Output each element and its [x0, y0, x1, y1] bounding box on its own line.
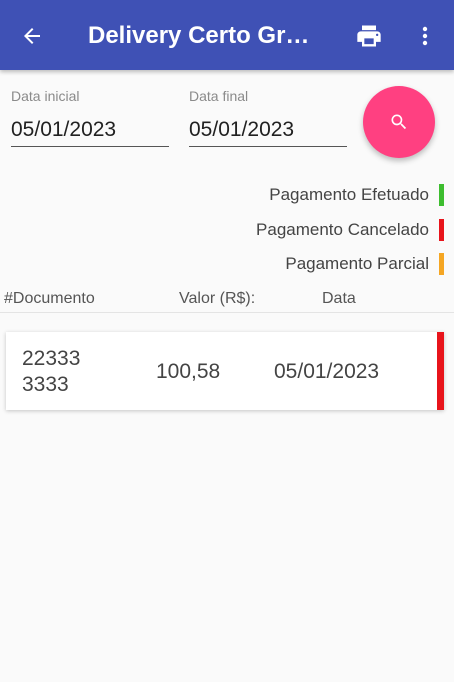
end-date-input[interactable]: 05/01/2023 [189, 108, 347, 147]
legend-label: Pagamento Cancelado [256, 220, 429, 239]
document-number-line1: 22333 [22, 347, 81, 370]
legend-color-bar [439, 219, 444, 241]
row-document: 22333 3333 [22, 346, 80, 398]
status-indicator [437, 332, 444, 410]
header-document: #Documento [4, 290, 95, 307]
legend-label: Pagamento Parcial [285, 254, 429, 273]
row-date: 05/01/2023 [274, 360, 380, 383]
legend-color-bar [439, 253, 444, 275]
legend-item-paid: Pagamento Efetuado [269, 182, 444, 208]
legend-color-bar [439, 184, 444, 206]
arrow-back-icon [24, 28, 40, 44]
start-date-field[interactable]: Data inicial 05/01/2023 [11, 88, 169, 147]
table-header: #Documento Valor (R$): Data [0, 288, 454, 313]
overflow-menu-button[interactable] [410, 18, 440, 54]
end-date-field[interactable]: Data final 05/01/2023 [189, 88, 347, 147]
start-date-label: Data inicial [11, 88, 80, 104]
header-date: Data [322, 290, 356, 307]
legend-item-partial: Pagamento Parcial [285, 251, 444, 277]
search-icon [391, 114, 407, 130]
back-button[interactable] [14, 18, 50, 54]
end-date-label: Data final [189, 88, 249, 104]
start-date-input[interactable]: 05/01/2023 [11, 108, 169, 147]
print-icon [357, 25, 381, 47]
more-vertical-icon [422, 26, 428, 46]
legend-label: Pagamento Efetuado [269, 185, 429, 204]
header-value: Valor (R$): [179, 290, 256, 307]
legend-item-cancelled: Pagamento Cancelado [256, 217, 444, 243]
page-title: Delivery Certo Grupo [88, 22, 318, 49]
document-number-line2: 3333 [22, 373, 69, 396]
row-value: 100,58 [156, 360, 221, 383]
app-bar: Delivery Certo Grupo [0, 0, 454, 70]
search-button[interactable] [363, 86, 435, 158]
table-row[interactable]: 22333 3333 100,58 05/01/2023 [6, 332, 444, 410]
print-button[interactable] [351, 18, 387, 54]
